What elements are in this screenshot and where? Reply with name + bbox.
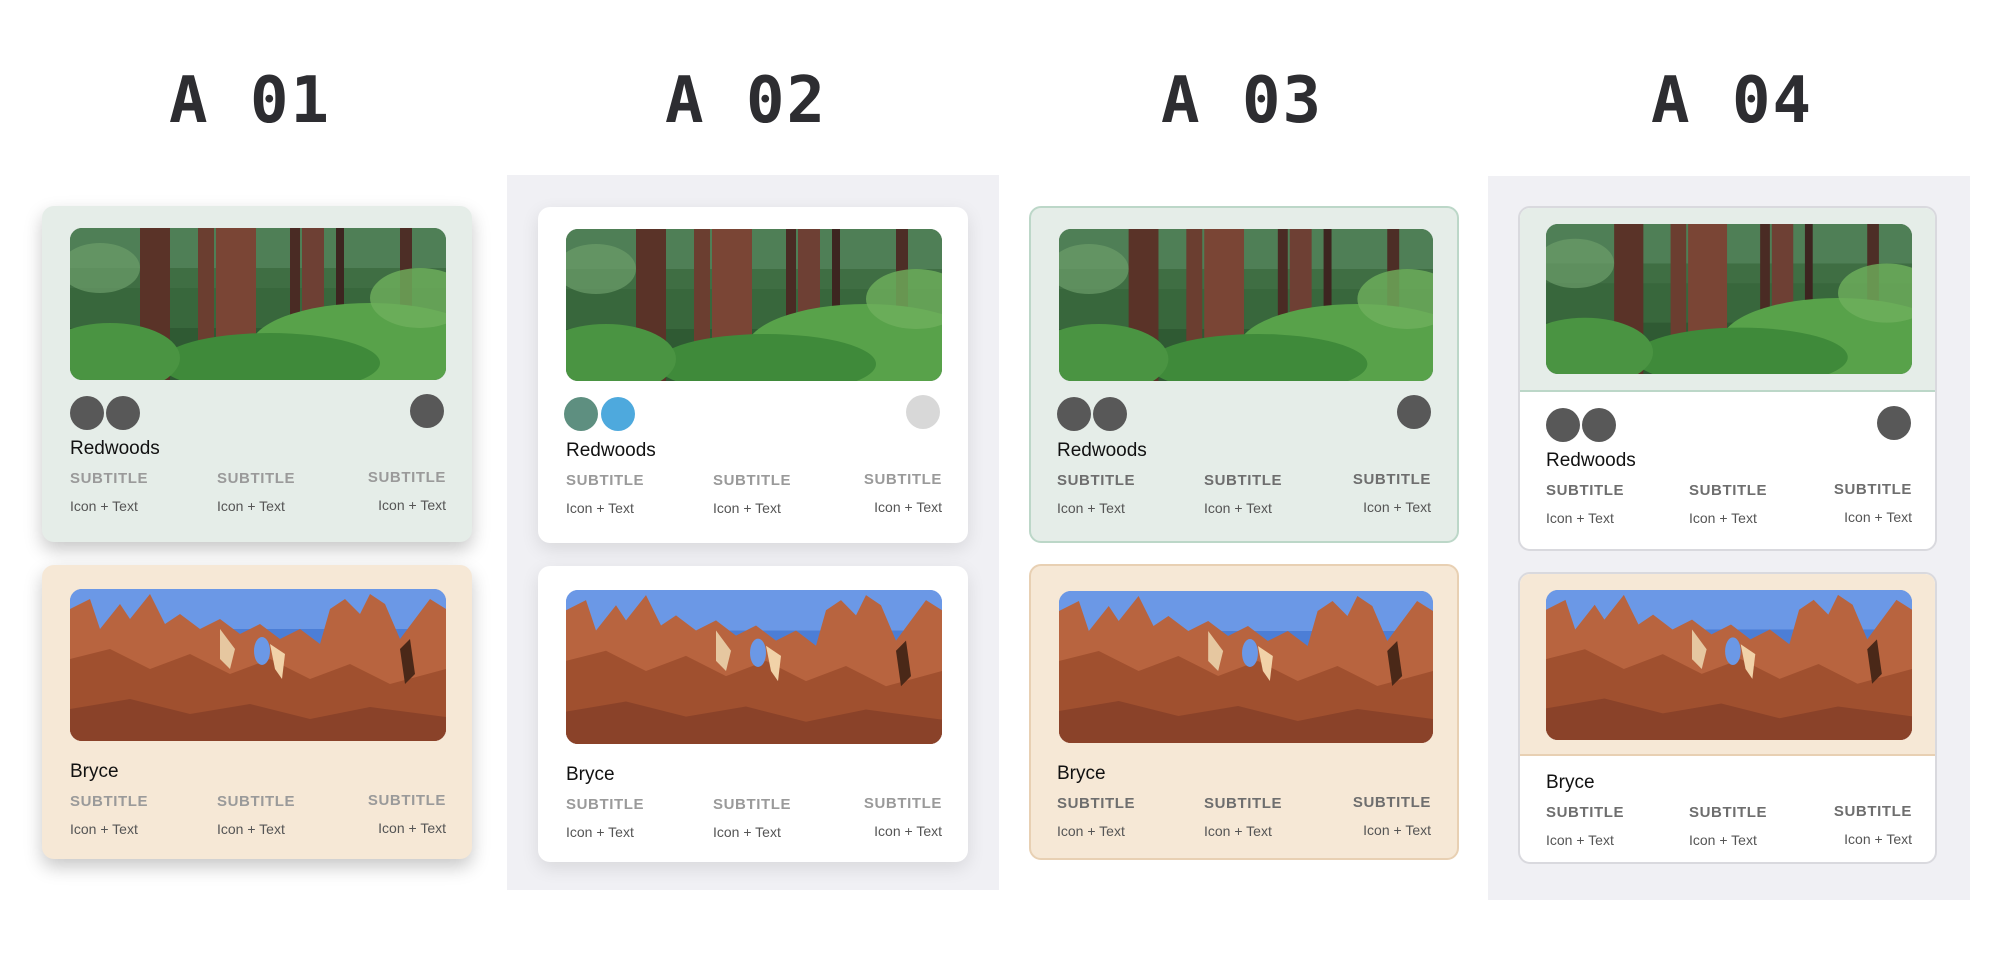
meta-item: SUBTITLE Icon + Text bbox=[1057, 795, 1136, 839]
meta-item: SUBTITLE Icon + Text bbox=[70, 470, 149, 514]
meta-item: SUBTITLE Icon + Text bbox=[1546, 482, 1625, 526]
card-title: Redwoods bbox=[566, 440, 656, 461]
canyon-photo bbox=[70, 589, 446, 741]
column-title-a01: A 01 bbox=[168, 64, 332, 138]
meta-item: SUBTITLE Icon + Text bbox=[566, 796, 645, 840]
card-title: Bryce bbox=[70, 761, 119, 782]
menu-dot-icon[interactable] bbox=[1877, 406, 1911, 440]
column-title-a04: A 04 bbox=[1650, 64, 1814, 138]
action-dot-icon[interactable] bbox=[106, 396, 140, 430]
meta-item: SUBTITLE Icon + Text bbox=[367, 469, 446, 513]
action-dot-icon[interactable] bbox=[1546, 408, 1580, 442]
meta-item: SUBTITLE Icon + Text bbox=[367, 792, 446, 836]
card-title: Redwoods bbox=[1057, 440, 1147, 461]
card-title: Bryce bbox=[566, 764, 615, 785]
forest-photo bbox=[566, 229, 942, 381]
meta-item: SUBTITLE Icon + Text bbox=[1352, 794, 1431, 838]
meta-item: SUBTITLE Icon + Text bbox=[1833, 803, 1912, 847]
canyon-photo bbox=[1059, 591, 1433, 743]
meta-item: SUBTITLE Icon + Text bbox=[1057, 472, 1136, 516]
card-title: Redwoods bbox=[70, 438, 160, 459]
action-dot-icon[interactable] bbox=[1057, 397, 1091, 431]
meta-item: SUBTITLE Icon + Text bbox=[1546, 804, 1625, 848]
meta-item: SUBTITLE Icon + Text bbox=[566, 472, 645, 516]
menu-dot-icon[interactable] bbox=[1397, 395, 1431, 429]
bryce-card-a03[interactable]: Bryce SUBTITLE Icon + Text SUBTITLE Icon +… bbox=[1029, 564, 1459, 860]
bryce-card-a01[interactable]: Bryce SUBTITLE Icon + Text SUBTITLE Icon +… bbox=[42, 565, 472, 859]
redwoods-card-a04[interactable]: Redwoods SUBTITLE Icon + Text SUBTITLE Ico… bbox=[1518, 206, 1937, 551]
menu-dot-icon[interactable] bbox=[906, 395, 940, 429]
forest-photo bbox=[70, 228, 446, 380]
forest-photo bbox=[1546, 224, 1912, 374]
card-title: Bryce bbox=[1057, 763, 1106, 784]
teal-dot-icon[interactable] bbox=[564, 397, 598, 431]
blue-dot-icon[interactable] bbox=[601, 397, 635, 431]
action-dot-icon[interactable] bbox=[1093, 397, 1127, 431]
redwoods-card-a03[interactable]: Redwoods SUBTITLE Icon + Text SUBTITLE Ico… bbox=[1029, 206, 1459, 543]
menu-dot-icon[interactable] bbox=[410, 394, 444, 428]
redwoods-card-a02[interactable]: Redwoods SUBTITLE Icon + Text SUBTITLE Ico… bbox=[538, 207, 968, 543]
meta-item: SUBTITLE Icon + Text bbox=[863, 471, 942, 515]
card-title: Redwoods bbox=[1546, 450, 1636, 471]
bryce-card-a04[interactable]: Bryce SUBTITLE Icon + Text SUBTITLE Icon +… bbox=[1518, 572, 1937, 864]
action-dot-icon[interactable] bbox=[1582, 408, 1616, 442]
column-title-a03: A 03 bbox=[1160, 64, 1324, 138]
meta-item: SUBTITLE Icon + Text bbox=[70, 793, 149, 837]
canyon-photo bbox=[1546, 590, 1912, 740]
meta-item: SUBTITLE Icon + Text bbox=[1833, 481, 1912, 525]
canyon-photo bbox=[566, 590, 942, 744]
meta-item: SUBTITLE Icon + Text bbox=[863, 795, 942, 839]
action-dot-icon[interactable] bbox=[70, 396, 104, 430]
meta-item: SUBTITLE Icon + Text bbox=[1352, 471, 1431, 515]
bryce-card-a02[interactable]: Bryce SUBTITLE Icon + Text SUBTITLE Icon +… bbox=[538, 566, 968, 862]
redwoods-card-a01[interactable]: Redwoods SUBTITLE Icon + Text SUBTITLE Ico… bbox=[42, 206, 472, 542]
forest-photo bbox=[1059, 229, 1433, 381]
card-title: Bryce bbox=[1546, 772, 1595, 793]
column-title-a02: A 02 bbox=[664, 64, 828, 138]
